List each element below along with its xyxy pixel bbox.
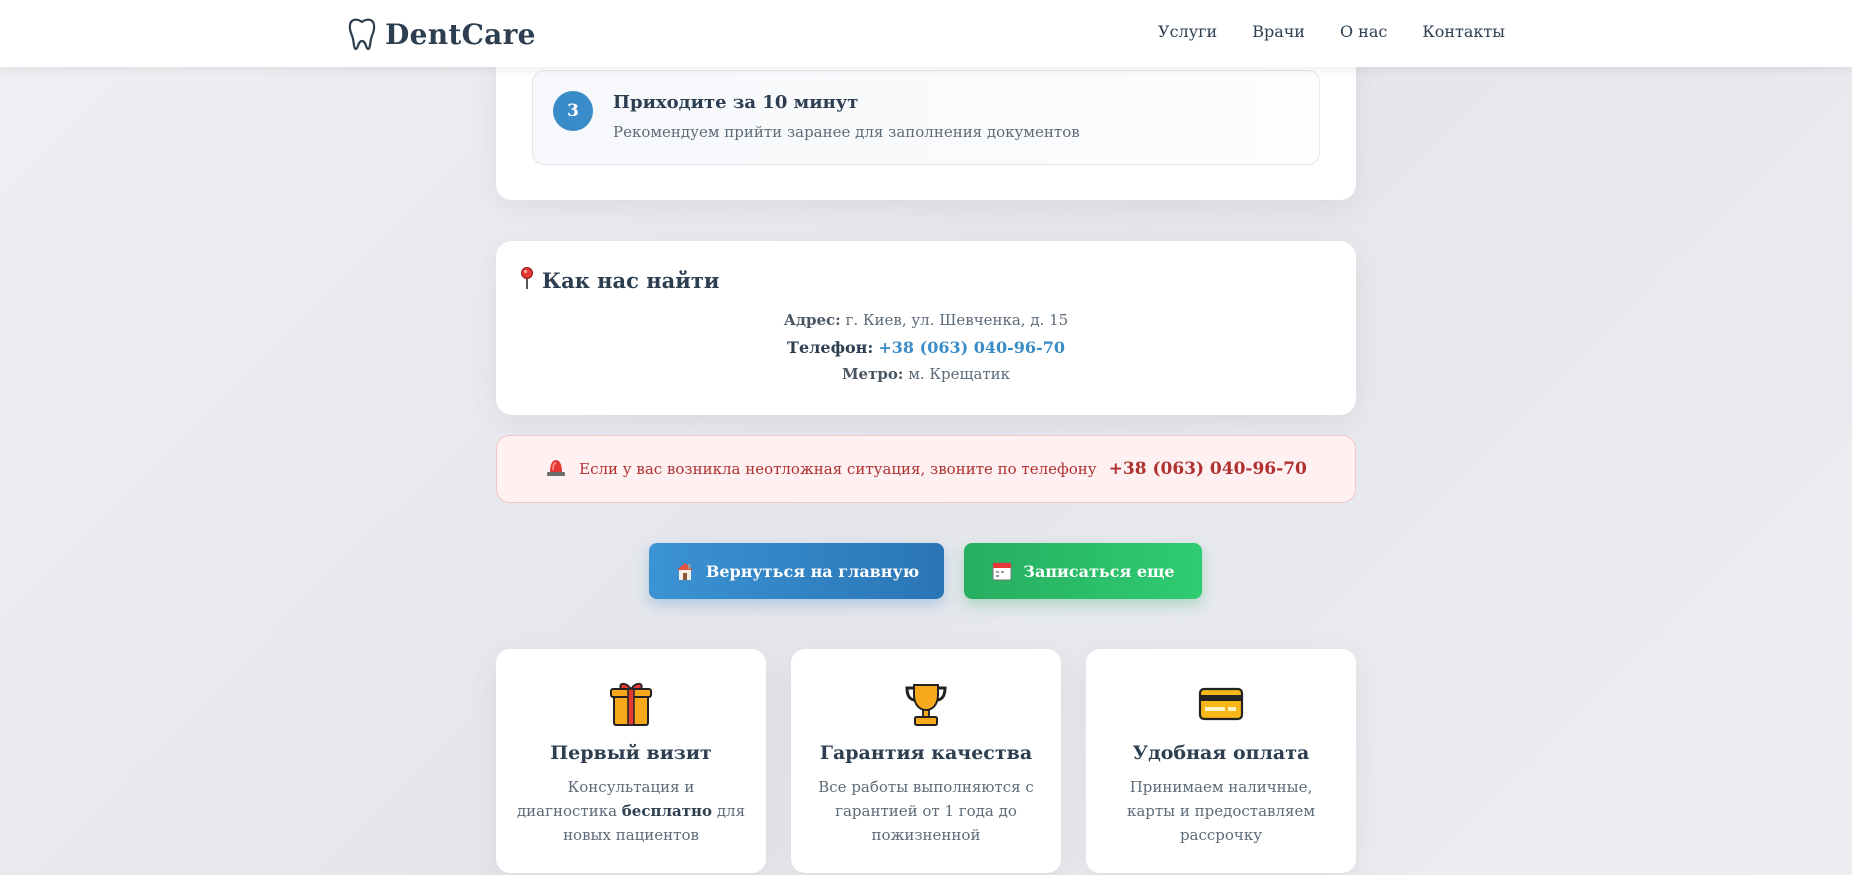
- feature-description: Все работы выполняются с гарантией от 1 …: [818, 778, 1034, 844]
- step-description: Рекомендуем прийти заранее для заполнени…: [613, 123, 1080, 141]
- address-line: Адрес: г. Киев, ул. Шевченка, д. 15: [496, 307, 1356, 334]
- book-again-label: Записаться еще: [1023, 561, 1175, 581]
- metro-label: Метро:: [841, 365, 904, 383]
- feature-title: Гарантия качества: [819, 742, 1033, 764]
- nav-link-services[interactable]: Услуги: [1158, 22, 1217, 41]
- feature-description: Консультация и диагностика бесплатно для…: [516, 775, 746, 847]
- step-title: Приходите за 10 минут: [613, 92, 859, 113]
- emergency-phone[interactable]: +38 (063) 040-96-70: [1109, 459, 1307, 479]
- step-number: 3: [553, 91, 593, 131]
- metro-line: Метро: м. Крещатик: [496, 361, 1356, 388]
- feature-desc-highlight: бесплатно: [621, 802, 713, 820]
- nav-link-about[interactable]: О нас: [1340, 22, 1387, 41]
- nav-link-doctors[interactable]: Врачи: [1252, 22, 1305, 41]
- feature-card-first-visit: Первый визит Консультация и диагностика …: [496, 649, 766, 873]
- location-details: Адрес: г. Киев, ул. Шевченка, д. 15 Теле…: [496, 307, 1356, 388]
- book-again-button[interactable]: Записаться еще: [964, 543, 1202, 599]
- logo[interactable]: DentCare: [347, 16, 536, 52]
- pin-icon: [520, 266, 534, 295]
- location-card: Как нас найти Адрес: г. Киев, ул. Шевчен…: [496, 241, 1356, 415]
- credit-card-icon: [1198, 679, 1244, 729]
- address-label: Адрес:: [783, 311, 841, 329]
- gift-icon: [609, 679, 653, 729]
- feature-card-payment: Удобная оплата Принимаем наличные, карты…: [1086, 649, 1356, 873]
- main-nav: Услуги Врачи О нас Контакты: [1158, 22, 1505, 41]
- trophy-icon: [904, 679, 948, 729]
- location-title: Как нас найти: [542, 268, 720, 293]
- site-header: DentCare Услуги Врачи О нас Контакты: [0, 0, 1852, 67]
- phone-link[interactable]: +38 (063) 040-96-70: [878, 338, 1065, 357]
- phone-line: Телефон: +38 (063) 040-96-70: [496, 334, 1356, 361]
- calendar-icon: [991, 560, 1013, 582]
- step-item-3: 3 Приходите за 10 минут Рекомендуем прий…: [532, 70, 1320, 165]
- emergency-text: Если у вас возникла неотложная ситуация,…: [579, 460, 1097, 478]
- brand-name: DentCare: [385, 17, 536, 51]
- siren-icon: [545, 457, 567, 481]
- nav-link-contacts[interactable]: Контакты: [1422, 22, 1505, 41]
- feature-card-quality: Гарантия качества Все работы выполняются…: [791, 649, 1061, 873]
- emergency-banner: Если у вас возникла неотложная ситуация,…: [496, 435, 1356, 503]
- feature-title: Первый визит: [550, 742, 712, 764]
- back-home-label: Вернуться на главную: [705, 561, 920, 581]
- location-heading: Как нас найти: [520, 266, 719, 295]
- house-icon: [674, 560, 696, 582]
- metro-value: м. Крещатик: [908, 365, 1011, 383]
- address-value: г. Киев, ул. Шевченка, д. 15: [845, 311, 1069, 329]
- feature-title: Удобная оплата: [1132, 742, 1310, 764]
- phone-label: Телефон:: [787, 338, 874, 357]
- feature-description: Принимаем наличные, карты и предоставляе…: [1126, 778, 1316, 844]
- tooth-icon: [347, 17, 377, 51]
- back-home-button[interactable]: Вернуться на главную: [649, 543, 944, 599]
